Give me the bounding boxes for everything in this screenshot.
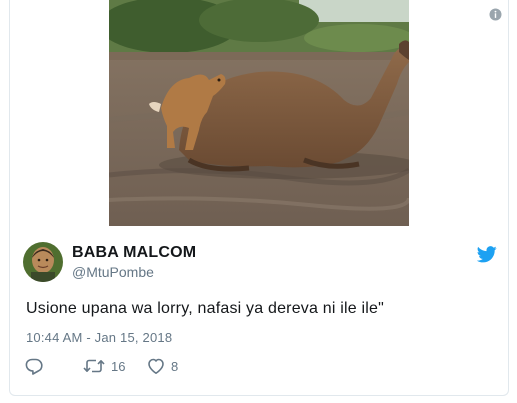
display-name[interactable]: BABA MALCOM <box>72 244 196 262</box>
like-button[interactable]: 8 <box>146 356 178 376</box>
reply-icon <box>25 358 43 375</box>
tweet-card[interactable]: BABA MALCOM @MtuPombe Usione upana wa lo… <box>9 0 509 396</box>
tweet-text: Usione upana wa lorry, nafasi ya dereva … <box>26 300 384 317</box>
tweet-media[interactable] <box>10 0 508 226</box>
heart-icon <box>148 358 164 374</box>
avatar[interactable] <box>23 242 63 282</box>
tweet-timestamp[interactable]: 10:44 AM - Jan 15, 2018 <box>26 330 172 345</box>
retweet-icon <box>83 359 105 373</box>
info-icon[interactable] <box>489 8 502 21</box>
retweet-count: 16 <box>111 358 126 374</box>
avatar-image <box>23 242 63 282</box>
twitter-bird-icon[interactable] <box>477 246 497 263</box>
reply-button[interactable] <box>24 356 44 376</box>
retweet-button[interactable]: 16 <box>82 356 125 376</box>
user-handle[interactable]: @MtuPombe <box>72 264 154 280</box>
like-count: 8 <box>171 358 179 374</box>
tweet-photo[interactable] <box>109 0 409 226</box>
